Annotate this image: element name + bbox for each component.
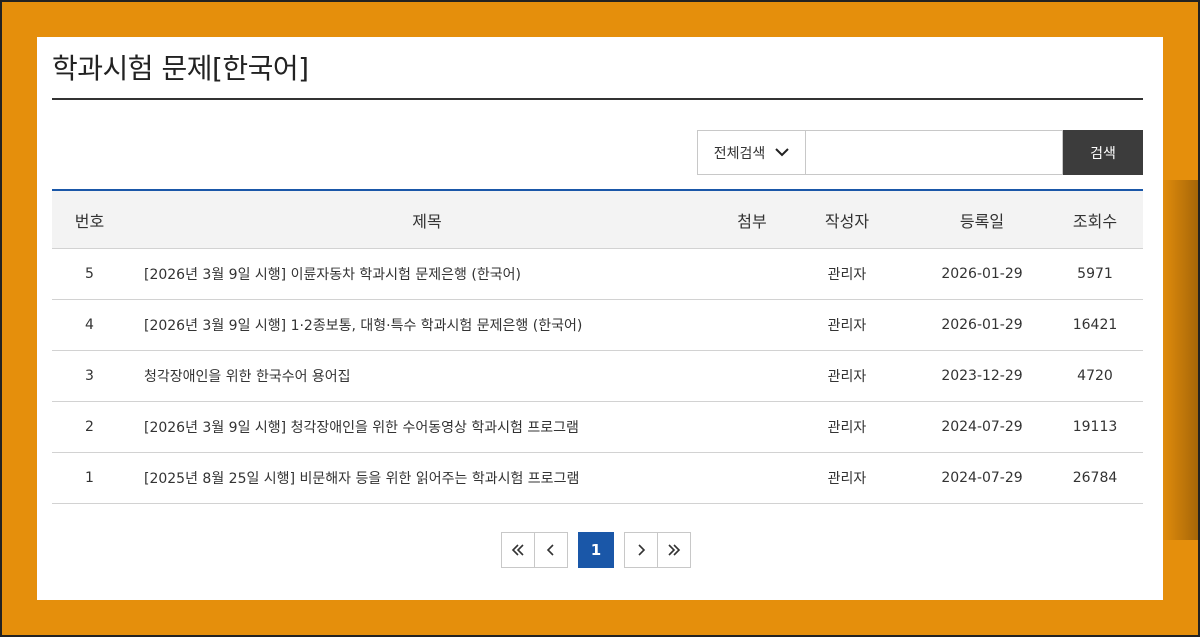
header-date: 등록일 — [917, 190, 1047, 249]
row-attach — [727, 401, 777, 453]
page-title: 학과시험 문제[한국어] — [52, 52, 309, 85]
title-divider — [52, 98, 1143, 100]
background-decoration — [1160, 180, 1200, 540]
chevron-right-icon — [638, 544, 646, 556]
chevron-left-icon — [546, 544, 554, 556]
row-num: 5 — [52, 248, 127, 300]
table-header-row: 번호 제목 첨부 작성자 등록일 조회수 — [52, 190, 1143, 249]
row-author: 관리자 — [777, 401, 917, 453]
row-subject-link[interactable]: [2026년 3월 9일 시행] 청각장애인을 위한 수어동영상 학과시험 프로… — [144, 420, 579, 436]
pagination-gap — [614, 532, 624, 568]
row-date: 2026-01-29 — [917, 299, 1047, 351]
double-chevron-left-icon — [511, 544, 524, 556]
row-num: 2 — [52, 401, 127, 453]
row-date: 2023-12-29 — [917, 350, 1047, 402]
chevron-down-icon — [775, 148, 789, 157]
search-scope-select[interactable]: 전체검색 — [697, 130, 805, 175]
row-attach — [727, 248, 777, 300]
table-row: 4 [2026년 3월 9일 시행] 1·2종보통, 대형·특수 학과시험 문제… — [52, 299, 1143, 351]
double-chevron-right-icon — [668, 544, 681, 556]
row-date: 2024-07-29 — [917, 401, 1047, 453]
row-views: 19113 — [1047, 401, 1143, 453]
first-page-button[interactable] — [501, 532, 535, 568]
pagination: 1 — [501, 532, 691, 568]
header-views: 조회수 — [1047, 190, 1143, 249]
prev-page-button[interactable] — [534, 532, 568, 568]
row-views: 26784 — [1047, 452, 1143, 504]
last-page-button[interactable] — [657, 532, 691, 568]
header-subject: 제목 — [127, 190, 727, 249]
next-page-button[interactable] — [624, 532, 658, 568]
row-subject-link[interactable]: [2026년 3월 9일 시행] 이륜자동차 학과시험 문제은행 (한국어) — [144, 267, 521, 283]
row-views: 4720 — [1047, 350, 1143, 402]
pagination-gap — [568, 532, 578, 568]
row-views: 5971 — [1047, 248, 1143, 300]
search-scope-label: 전체검색 — [713, 145, 766, 162]
search-button[interactable]: 검색 — [1063, 130, 1143, 175]
table-row: 3 청각장애인을 위한 한국수어 용어집 관리자 2023-12-29 4720 — [52, 350, 1143, 402]
row-author: 관리자 — [777, 248, 917, 300]
row-subject-link[interactable]: [2026년 3월 9일 시행] 1·2종보통, 대형·특수 학과시험 문제은행… — [144, 318, 582, 334]
table-row: 5 [2026년 3월 9일 시행] 이륜자동차 학과시험 문제은행 (한국어)… — [52, 248, 1143, 300]
board-table: 번호 제목 첨부 작성자 등록일 조회수 5 [2026년 3월 9일 시행] … — [52, 189, 1143, 504]
header-attach: 첨부 — [727, 190, 777, 249]
table-row: 2 [2026년 3월 9일 시행] 청각장애인을 위한 수어동영상 학과시험 … — [52, 401, 1143, 453]
row-views: 16421 — [1047, 299, 1143, 351]
board-panel: 학과시험 문제[한국어] 전체검색 검색 번호 제목 첨부 작성자 등록일 조회… — [37, 37, 1163, 600]
search-input[interactable] — [805, 130, 1063, 175]
row-num: 4 — [52, 299, 127, 351]
row-num: 3 — [52, 350, 127, 402]
row-author: 관리자 — [777, 350, 917, 402]
search-bar: 전체검색 검색 — [697, 130, 1143, 175]
row-attach — [727, 299, 777, 351]
table-row: 1 [2025년 8월 25일 시행] 비문해자 등을 위한 읽어주는 학과시험… — [52, 452, 1143, 504]
row-author: 관리자 — [777, 452, 917, 504]
row-attach — [727, 350, 777, 402]
row-num: 1 — [52, 452, 127, 504]
row-attach — [727, 452, 777, 504]
current-page-button[interactable]: 1 — [578, 532, 614, 568]
row-date: 2026-01-29 — [917, 248, 1047, 300]
header-num: 번호 — [52, 190, 127, 249]
row-subject-link[interactable]: [2025년 8월 25일 시행] 비문해자 등을 위한 읽어주는 학과시험 프… — [144, 471, 579, 487]
header-author: 작성자 — [777, 190, 917, 249]
row-author: 관리자 — [777, 299, 917, 351]
row-subject-link[interactable]: 청각장애인을 위한 한국수어 용어집 — [144, 369, 351, 385]
row-date: 2024-07-29 — [917, 452, 1047, 504]
